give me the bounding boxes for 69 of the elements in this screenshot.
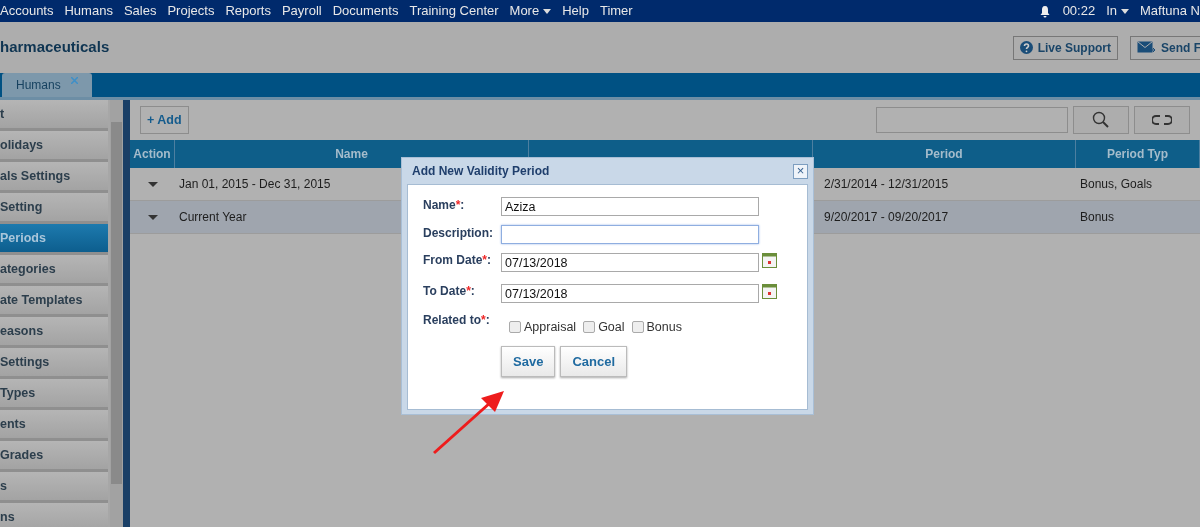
- text-field[interactable]: Aziza: [501, 197, 759, 216]
- nav-menu-item[interactable]: Timer: [599, 1, 633, 21]
- reset-button[interactable]: [1134, 106, 1190, 134]
- clock-text: 00:22: [1062, 2, 1096, 21]
- calendar-icon[interactable]: [762, 253, 777, 268]
- sidebar-item[interactable]: easons: [0, 317, 108, 348]
- company-name: harmaceuticals: [0, 37, 110, 58]
- text-field[interactable]: [501, 225, 759, 244]
- status-dropdown[interactable]: In: [1106, 1, 1117, 21]
- checkbox-label: Appraisal: [524, 319, 577, 336]
- nav-menu-item[interactable]: Help: [562, 1, 589, 21]
- sidebar-item[interactable]: Settings: [0, 348, 108, 379]
- sidebar-item[interactable]: ents: [0, 410, 108, 441]
- sidebar-item[interactable]: Periods: [0, 224, 108, 255]
- field-label: To Date*:: [423, 283, 476, 298]
- scrollbar[interactable]: [110, 100, 123, 527]
- column-header[interactable]: Period Typ: [1076, 140, 1200, 168]
- add-button[interactable]: + Add: [140, 106, 189, 134]
- nav-menu-item[interactable]: Humans: [64, 1, 113, 21]
- annotation-arrow: [433, 391, 504, 455]
- nav-menu-item[interactable]: Accounts: [0, 1, 54, 21]
- nav-menu-item[interactable]: Training Center: [409, 1, 499, 21]
- calendar-icon[interactable]: [762, 284, 777, 299]
- column-header[interactable]: Action: [130, 140, 175, 168]
- checkbox[interactable]: [509, 321, 521, 334]
- date-field[interactable]: 07/13/2018: [501, 253, 759, 272]
- header-button[interactable]: Send F: [1130, 35, 1200, 60]
- nav-menu-item[interactable]: Reports: [225, 1, 271, 21]
- table-cell: Bonus: [1076, 201, 1200, 234]
- tab[interactable]: Humans: [2, 73, 92, 97]
- search-icon: [1092, 111, 1110, 129]
- splitter-handle[interactable]: [123, 100, 130, 527]
- user-menu[interactable]: Maftuna N: [1140, 1, 1200, 21]
- row-menu-caret-icon[interactable]: [130, 201, 175, 234]
- bell-icon[interactable]: [1038, 4, 1051, 18]
- header-button[interactable]: Live Support: [1012, 35, 1118, 60]
- nav-menu-item[interactable]: Documents: [332, 1, 399, 21]
- close-icon[interactable]: [70, 76, 78, 84]
- nav-menu-item[interactable]: Payroll: [281, 1, 322, 21]
- sidebar-item[interactable]: Grades: [0, 441, 108, 472]
- search-button[interactable]: [1073, 106, 1129, 134]
- sidebar-item[interactable]: olidays: [0, 131, 108, 162]
- mail-icon: [1137, 41, 1156, 54]
- sidebar-item[interactable]: ate Templates: [0, 286, 108, 317]
- caret-icon: [1121, 8, 1129, 14]
- nav-menu-item[interactable]: More: [509, 1, 552, 21]
- sidebar-item[interactable]: ategories: [0, 255, 108, 286]
- link-icon: [1152, 114, 1172, 126]
- dialog-button[interactable]: Save: [501, 345, 556, 377]
- column-header[interactable]: Period: [813, 140, 1076, 168]
- table-cell: 9/20/2017 - 09/20/2017: [813, 201, 1076, 234]
- sidebar-item[interactable]: t: [0, 100, 108, 131]
- close-button[interactable]: ×: [793, 163, 808, 179]
- sidebar-item[interactable]: s: [0, 472, 108, 503]
- checkbox-label: Bonus: [646, 319, 682, 336]
- field-label: From Date*:: [423, 252, 492, 267]
- date-field[interactable]: 07/13/2018: [501, 284, 759, 303]
- field-label: Related to*:: [423, 312, 491, 327]
- dialog-button[interactable]: Cancel: [560, 345, 627, 377]
- sidebar-item[interactable]: als Settings: [0, 162, 108, 193]
- checkbox-label: Goal: [598, 319, 625, 336]
- nav-menu-item[interactable]: Sales: [123, 1, 157, 21]
- checkbox[interactable]: [583, 321, 596, 334]
- sidebar-item[interactable]: Setting: [0, 193, 108, 224]
- checkbox[interactable]: [631, 321, 644, 334]
- nav-menu-item[interactable]: Projects: [167, 1, 215, 21]
- sidebar-item[interactable]: Types: [0, 379, 108, 410]
- search-field[interactable]: [876, 107, 1068, 133]
- help-icon: [1019, 41, 1033, 54]
